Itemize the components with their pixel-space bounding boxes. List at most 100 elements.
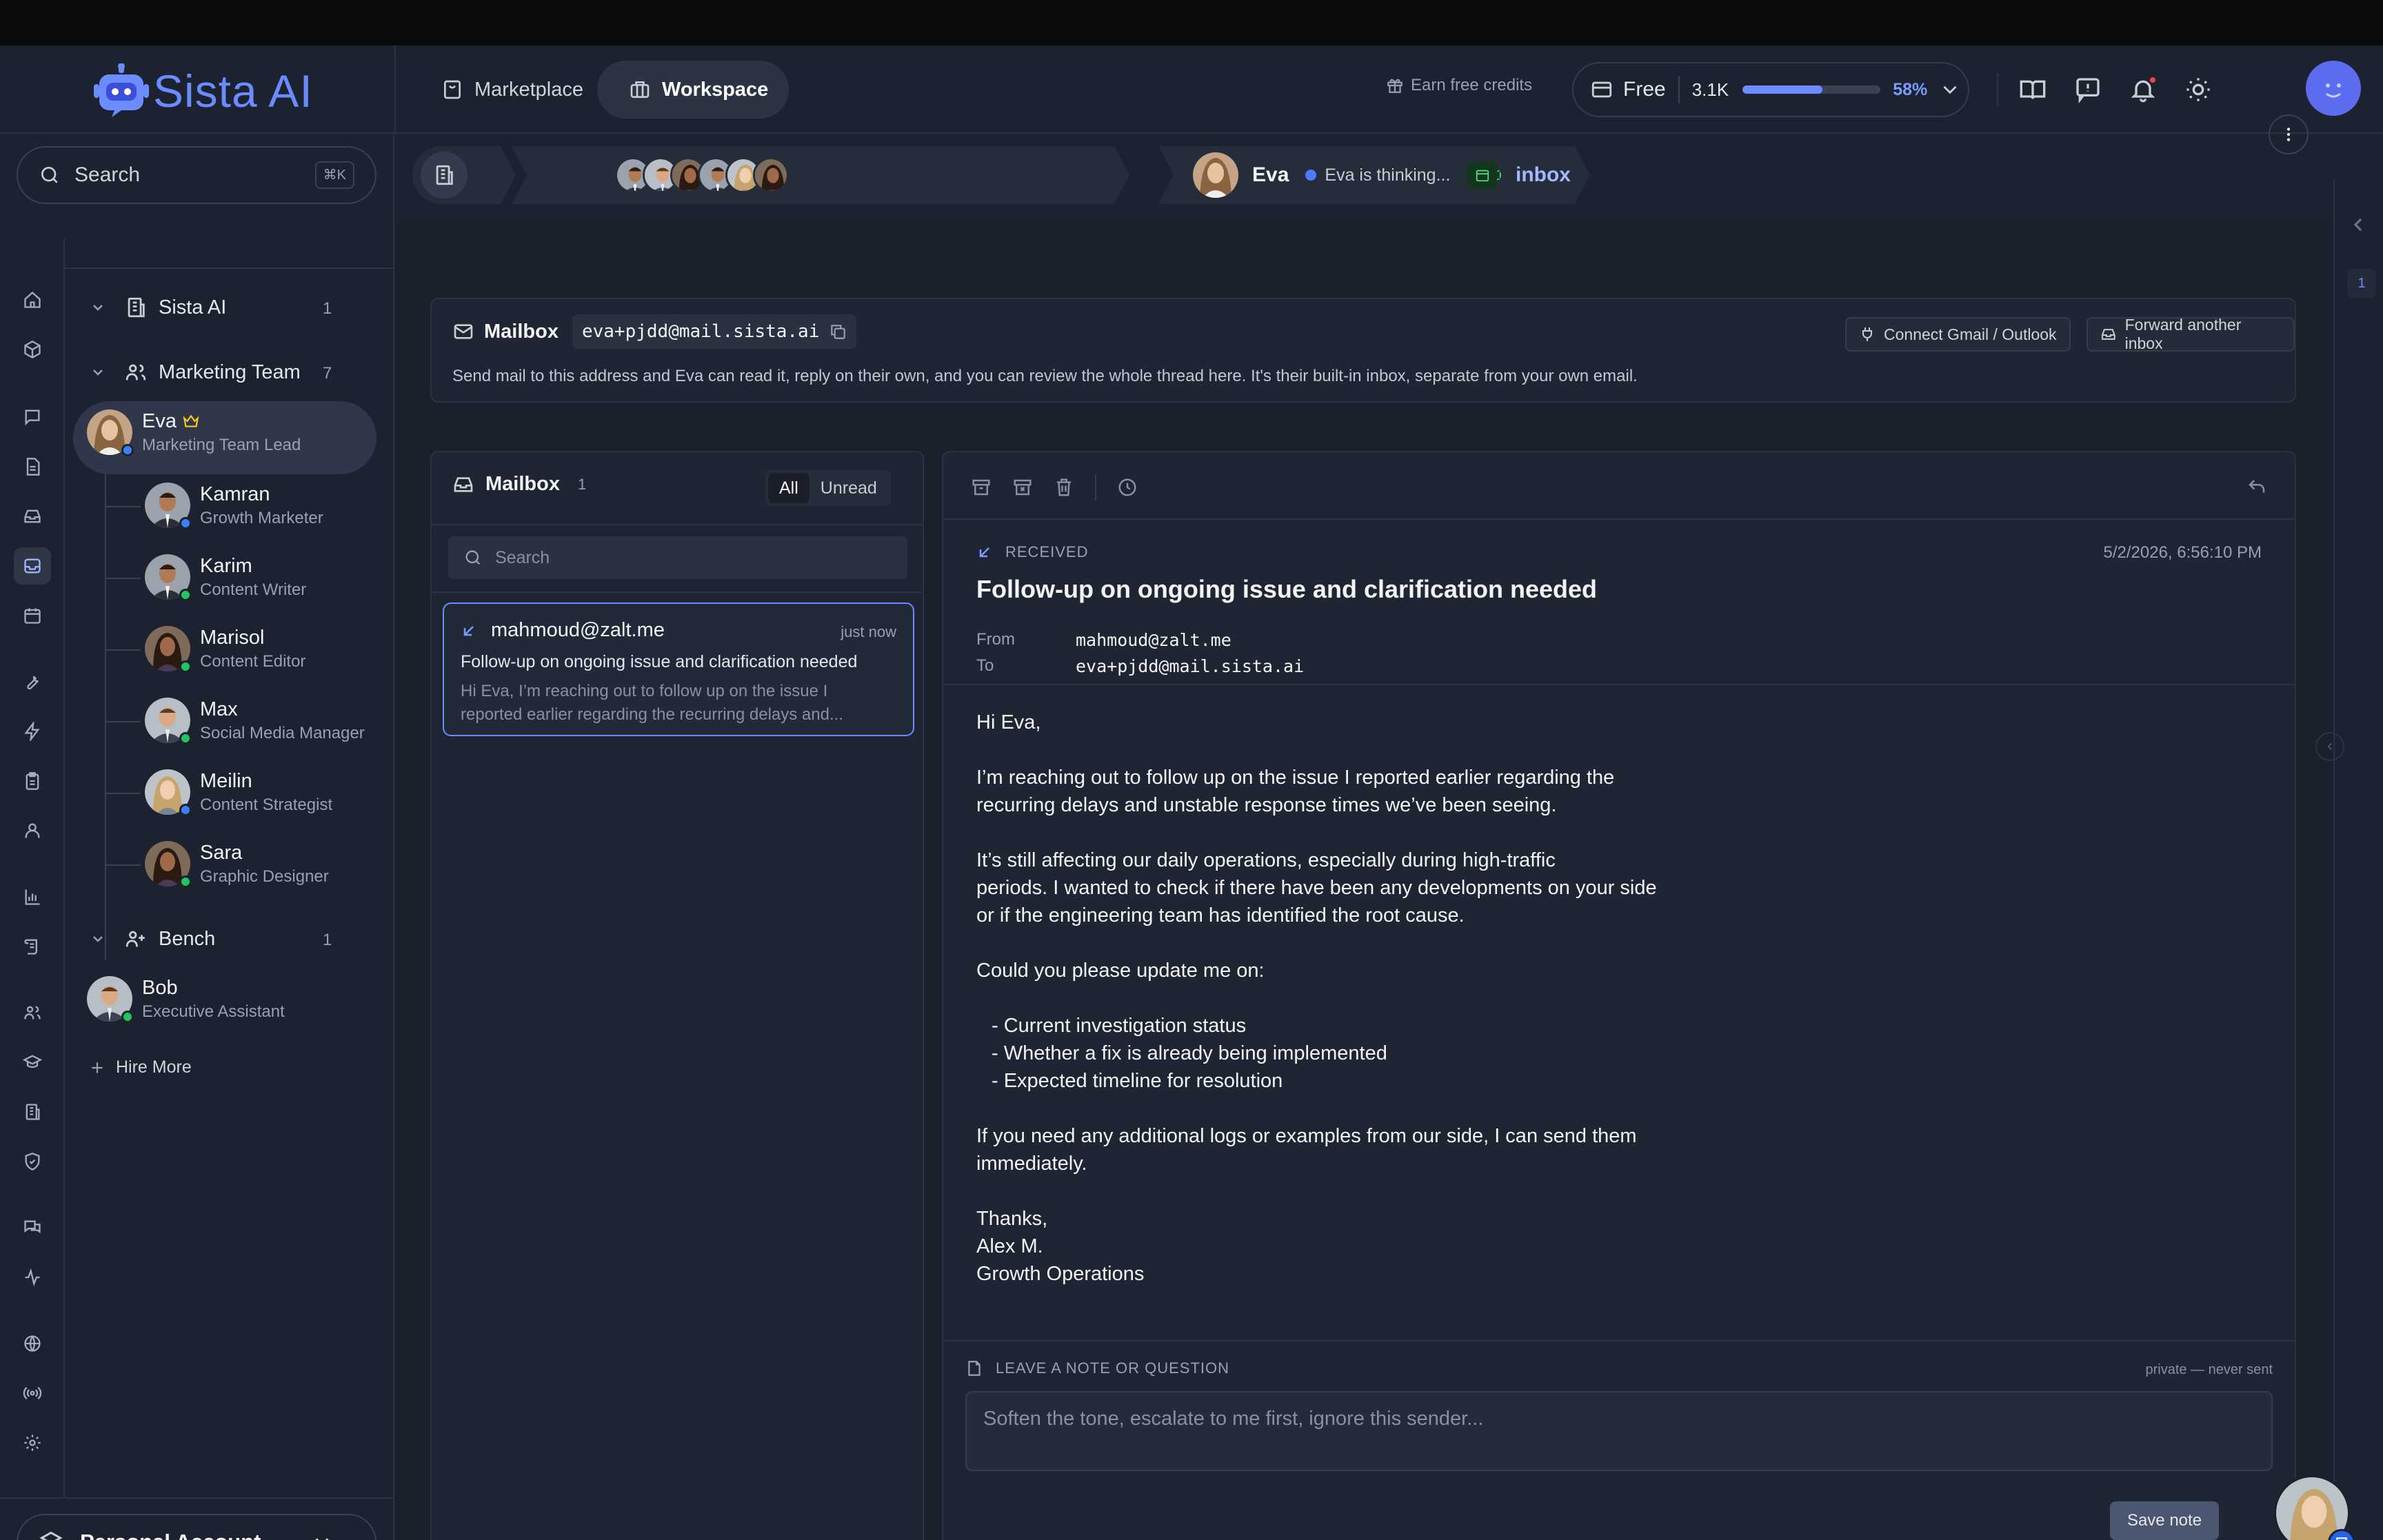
sun-icon[interactable] <box>2184 76 2212 103</box>
credit-card-icon <box>1590 78 1613 101</box>
member-kamran[interactable]: Kamran Growth Marketer <box>145 483 323 529</box>
clipboard-icon[interactable] <box>14 762 51 800</box>
gear-icon[interactable] <box>14 1424 51 1461</box>
breadcrumb-current[interactable]: inbox <box>1487 146 1590 204</box>
main-content: Mailbox eva+pjdd@mail.sista.ai Send mail… <box>396 223 2333 1540</box>
filter-unread[interactable]: Unread <box>810 473 888 503</box>
tab-workspace-label: Workspace <box>662 78 769 101</box>
app-root: Sista AI Marketplace Workspace Earn free… <box>0 45 2383 1540</box>
member-role: Marketing Team Lead <box>142 435 301 454</box>
document-icon[interactable] <box>14 448 51 485</box>
mail-search-placeholder: Search <box>495 547 550 567</box>
calendar-icon[interactable] <box>14 597 51 634</box>
group-bench[interactable]: Bench <box>90 920 215 958</box>
clock-icon[interactable] <box>1117 477 1138 498</box>
globe-icon[interactable] <box>14 1325 51 1362</box>
tab-workspace[interactable]: Workspace <box>597 61 790 119</box>
account-label: Personal Account <box>80 1530 261 1540</box>
status-dot <box>179 589 192 601</box>
mail-subject: Follow-up on ongoing issue and clarifica… <box>461 652 858 671</box>
filter-all[interactable]: All <box>768 473 810 503</box>
user-avatar[interactable] <box>2306 61 2361 116</box>
group-org[interactable]: Sista AI <box>90 288 226 327</box>
member-karim[interactable]: Karim Content Writer <box>145 554 306 601</box>
tree-branch <box>105 793 141 794</box>
sidebar-search[interactable]: Search ⌘K <box>17 146 376 204</box>
message-subject: Follow-up on ongoing issue and clarifica… <box>976 575 1598 603</box>
feedback-icon[interactable] <box>2074 76 2102 103</box>
member-role: Content Editor <box>200 651 306 671</box>
lightning-icon[interactable] <box>14 713 51 750</box>
save-note-button[interactable]: Save note <box>2110 1501 2219 1540</box>
box-icon[interactable] <box>14 331 51 368</box>
messages-icon[interactable] <box>14 1209 51 1246</box>
body-line: Alex M. <box>976 1235 1043 1257</box>
crown-icon <box>182 412 200 430</box>
book-icon[interactable] <box>2019 76 2047 103</box>
tree-branch <box>105 649 141 651</box>
member-role: Graphic Designer <box>200 867 329 886</box>
hire-more-button[interactable]: Hire More <box>88 1057 192 1077</box>
activity-icon[interactable] <box>14 1259 51 1296</box>
spam-icon[interactable] <box>1012 477 1033 498</box>
team-icon[interactable] <box>14 994 51 1031</box>
status-dot <box>121 1011 134 1023</box>
bell-icon[interactable] <box>2129 76 2157 103</box>
member-marisol[interactable]: Marisol Content Editor <box>145 626 306 673</box>
earn-credits-link[interactable]: Earn free credits <box>1386 76 1532 95</box>
tray-icon[interactable] <box>14 498 51 535</box>
search-icon <box>39 164 61 186</box>
user-icon[interactable] <box>14 812 51 849</box>
to-label: To <box>976 656 994 675</box>
forward-inbox-button[interactable]: Forward another inbox <box>2087 316 2295 352</box>
reply-icon[interactable] <box>2246 477 2267 498</box>
copy-icon[interactable] <box>829 323 847 341</box>
connect-gmail-button[interactable]: Connect Gmail / Outlook <box>1845 317 2071 352</box>
member-bob[interactable]: Bob Executive Assistant <box>87 976 285 1023</box>
layers-icon <box>39 1530 63 1540</box>
mailbox-address[interactable]: eva+pjdd@mail.sista.ai <box>572 314 857 349</box>
shield-check-icon[interactable] <box>14 1143 51 1180</box>
notification-dot <box>2149 76 2157 84</box>
message-date: 5/2/2026, 6:56:10 PM <box>2103 543 2262 562</box>
note-input[interactable] <box>965 1391 2273 1471</box>
logo[interactable]: Sista AI <box>0 45 396 134</box>
list-item[interactable]: mahmoud@zalt.me just now Follow-up on on… <box>443 602 914 736</box>
member-eva[interactable]: Eva Marketing Team Lead <box>87 409 301 456</box>
scroll-icon[interactable] <box>14 928 51 965</box>
wrench-icon[interactable] <box>14 663 51 700</box>
body-line: If you need any additional logs or examp… <box>976 1125 1637 1147</box>
chevron-down-icon <box>90 364 106 381</box>
group-team[interactable]: Marketing Team <box>90 353 301 392</box>
member-meilin[interactable]: Meilin Content Strategist <box>145 769 332 816</box>
right-rail-badge[interactable]: 1 <box>2347 269 2376 298</box>
tree-branch <box>105 721 141 722</box>
body-bullet: - Whether a fix is already being impleme… <box>992 1042 1387 1064</box>
broadcast-icon[interactable] <box>14 1375 51 1412</box>
agent-status: Eva is thinking... <box>1325 165 1451 185</box>
member-sara[interactable]: Sara Graphic Designer <box>145 841 329 888</box>
bar-chart-icon[interactable] <box>14 878 51 915</box>
chat-icon[interactable] <box>14 398 51 436</box>
plan-selector[interactable]: Free 3.1K 58% <box>1572 62 1969 117</box>
graduation-cap-icon[interactable] <box>14 1044 51 1081</box>
member-max[interactable]: Max Social Media Manager <box>145 698 379 743</box>
trash-icon[interactable] <box>1054 477 1074 498</box>
building-icon[interactable] <box>14 1093 51 1131</box>
archive-icon[interactable] <box>971 477 992 498</box>
mail-search-input[interactable]: Search <box>448 536 907 579</box>
chevron-left-icon[interactable] <box>2347 214 2369 236</box>
mail-sender: mahmoud@zalt.me <box>491 619 665 641</box>
breadcrumb-agent[interactable]: Eva Eva is thinking... 1 <box>1158 146 1524 204</box>
member-role: Executive Assistant <box>142 1002 285 1021</box>
tab-marketplace[interactable]: Marketplace <box>410 61 604 119</box>
account-switcher[interactable]: Personal Account <box>17 1514 376 1540</box>
from-value: mahmoud@zalt.me <box>1076 630 1231 650</box>
home-icon[interactable] <box>14 281 51 318</box>
breadcrumb-org[interactable] <box>412 146 516 204</box>
inbox-icon[interactable] <box>14 547 51 585</box>
divider <box>943 1340 2295 1341</box>
breadcrumb-team[interactable] <box>512 146 1129 204</box>
plan-credits: 3.1K <box>1691 79 1729 100</box>
more-options-icon[interactable] <box>2269 114 2309 154</box>
